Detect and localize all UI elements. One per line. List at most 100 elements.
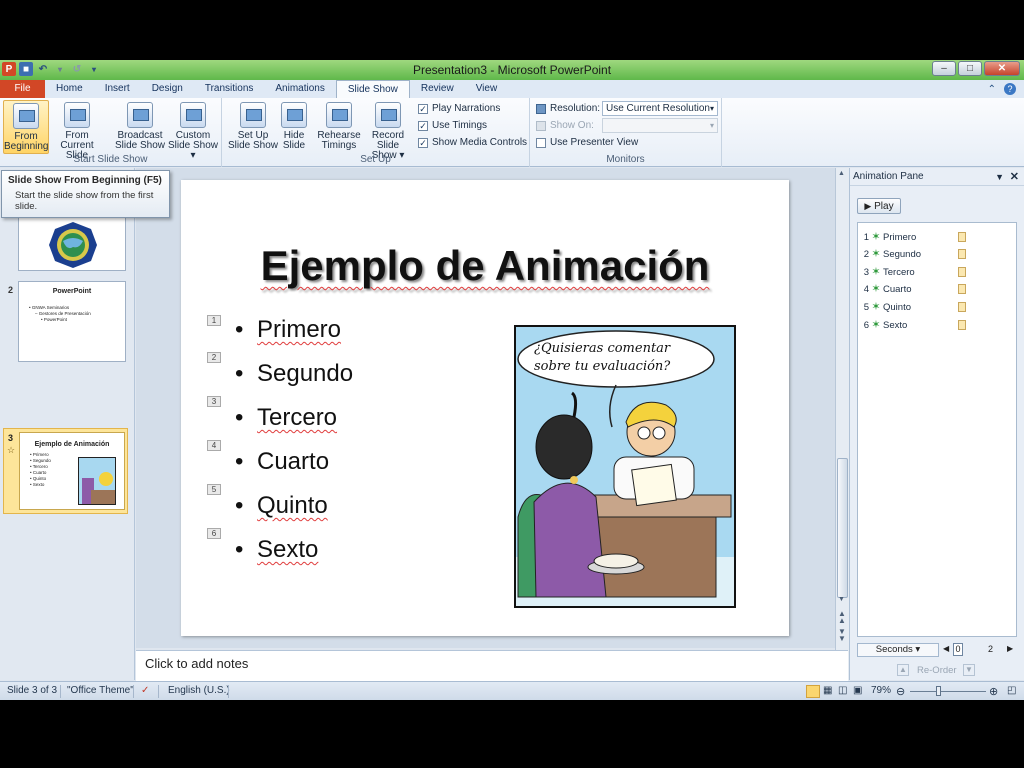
animation-item[interactable]: 1 ✶ Primero (861, 229, 1011, 245)
cartoon-image[interactable]: ¿Quisieras comentar sobre tu evaluación? (514, 325, 736, 608)
from-current-slide-icon (64, 102, 90, 128)
maximize-button[interactable]: □ (958, 61, 982, 76)
dropdown-arrow-icon: ▾ (709, 104, 714, 113)
animation-name: Cuarto (883, 284, 912, 295)
timing-bar[interactable] (958, 249, 966, 259)
spelling-check-icon[interactable]: ✓ (141, 685, 149, 696)
zoom-slider-track[interactable] (910, 691, 986, 692)
bullet-text: Sexto (257, 536, 319, 563)
slide-show-view-icon[interactable]: ▣ (853, 685, 862, 696)
timing-bar[interactable] (958, 232, 966, 242)
record-slide-show-button[interactable]: Record Slide Show ▾ (360, 100, 416, 161)
slide-thumbnail-3-selected[interactable]: 3 ☆ Ejemplo de Animación • Primero • Seg… (3, 428, 128, 514)
show-media-controls-checkbox[interactable]: ✓ Show Media Controls (418, 137, 527, 148)
close-pane-icon[interactable]: ✕ (1010, 168, 1019, 186)
next-slide-icon[interactable]: ▼ ▼ (838, 628, 847, 644)
animation-tag[interactable]: 3 (207, 396, 221, 407)
tab-insert[interactable]: Insert (94, 80, 141, 98)
slide-thumbnail-2[interactable]: PowerPoint • GNWA Seminarios – Gestores … (18, 281, 126, 362)
theme-name[interactable]: "Office Theme" (67, 685, 134, 696)
set-up-slide-show-button[interactable]: Set Up Slide Show (227, 100, 279, 151)
from-beginning-button[interactable]: From Beginning (3, 100, 49, 154)
use-presenter-view-checkbox[interactable]: Use Presenter View (536, 137, 638, 148)
hide-slide-button[interactable]: Hide Slide (280, 100, 308, 151)
animation-tag[interactable]: 6 (207, 528, 221, 539)
bullet-item[interactable]: • Segundo (235, 360, 353, 388)
bullet-item[interactable]: • Quinto (235, 492, 328, 520)
from-current-slide-button[interactable]: From Current Slide (52, 100, 102, 161)
seconds-dropdown[interactable]: Seconds ▾ (857, 643, 939, 657)
rehearse-timings-button[interactable]: Rehearse Timings (316, 100, 362, 151)
normal-view-icon[interactable] (806, 685, 820, 698)
tab-animations[interactable]: Animations (264, 80, 335, 98)
zoom-slider-thumb[interactable] (936, 686, 941, 696)
zoom-level[interactable]: 79% (871, 685, 891, 696)
tab-design[interactable]: Design (141, 80, 194, 98)
bullet-item[interactable]: • Tercero (235, 404, 337, 432)
edit-area-scrollbar[interactable]: ▲ ▼ ▲ ▲ ▼ ▼ (835, 168, 849, 693)
animation-item[interactable]: 5 ✶ Quinto (861, 299, 1011, 315)
scroll-up-icon[interactable]: ▲ (838, 170, 847, 180)
use-timings-checkbox[interactable]: ✓ Use Timings (418, 120, 487, 131)
language[interactable]: English (U.S.) (168, 685, 230, 696)
tab-view[interactable]: View (465, 80, 509, 98)
close-button[interactable]: ✕ (984, 61, 1020, 76)
fit-slide-icon[interactable]: ◰ (1007, 685, 1016, 696)
tab-file[interactable]: File (0, 80, 45, 98)
notes-pane[interactable]: Click to add notes (136, 650, 848, 682)
checkmark-icon: ✓ (418, 103, 428, 114)
custom-slide-show-button[interactable]: Custom Slide Show ▾ (166, 100, 220, 161)
zoom-in-icon[interactable]: ⊕ (989, 685, 998, 698)
animation-tag[interactable]: 4 (207, 440, 221, 451)
cartoon-caption-line-1: ¿Quisieras comentar (534, 341, 671, 356)
play-button[interactable]: ▶ Play (857, 198, 901, 214)
timing-bar[interactable] (958, 320, 966, 330)
group-label-start-slide-show: Start Slide Show (73, 154, 148, 165)
scroll-thumb[interactable] (837, 458, 848, 598)
bullet-item[interactable]: • Cuarto (235, 448, 329, 476)
animation-item[interactable]: 2 ✶ Segundo (861, 246, 1011, 262)
slide-title[interactable]: Ejemplo de Animación (181, 242, 789, 290)
resolution-label: Resolution: (550, 103, 601, 114)
timing-bar[interactable] (958, 284, 966, 294)
reading-view-icon[interactable]: ◫ (838, 685, 847, 696)
animation-item[interactable]: 4 ✶ Cuarto (861, 281, 1011, 297)
broadcast-slide-show-button[interactable]: Broadcast Slide Show (114, 100, 166, 151)
minimize-ribbon-icon[interactable]: ⌃ (988, 84, 996, 95)
scroll-down-icon[interactable]: ▼ (838, 596, 847, 606)
minimize-button[interactable]: – (932, 61, 956, 76)
tab-review[interactable]: Review (410, 80, 465, 98)
zoom-out-icon[interactable]: ⊖ (896, 685, 905, 698)
bullet-item[interactable]: • Sexto (235, 536, 318, 564)
resolution-value: Use Current Resolution (606, 103, 710, 114)
slide-thumbnail-1[interactable] (18, 216, 126, 271)
help-icon[interactable]: ? (1004, 83, 1016, 95)
animation-list: 1 ✶ Primero 2 ✶ Segundo 3 ✶ Tercero 4 ✶ Cuarto 5… (857, 222, 1017, 637)
previous-slide-icon[interactable]: ▲ ▲ (838, 610, 847, 626)
animation-number: 1 (863, 232, 869, 243)
animation-name: Primero (883, 232, 917, 243)
move-up-icon[interactable]: ▲ (897, 664, 909, 676)
animation-item[interactable]: 3 ✶ Tercero (861, 264, 1011, 280)
tab-home[interactable]: Home (45, 80, 94, 98)
tab-transitions[interactable]: Transitions (194, 80, 265, 98)
animation-tag[interactable]: 5 (207, 484, 221, 495)
animation-tag[interactable]: 2 (207, 352, 221, 363)
animation-number: 6 (863, 320, 869, 331)
slide-canvas[interactable]: Ejemplo de Animación 1 2 3 4 5 6 • Primer… (181, 180, 789, 636)
timing-bar[interactable] (958, 302, 966, 312)
play-narrations-checkbox[interactable]: ✓ Play Narrations (418, 103, 500, 114)
animation-item[interactable]: 6 ✶ Sexto (861, 317, 1011, 333)
resolution-dropdown[interactable]: Use Current Resolution ▾ (602, 101, 718, 116)
move-down-icon[interactable]: ▼ (963, 664, 975, 676)
timeline-right-icon[interactable]: ▶ (1007, 644, 1013, 653)
show-on-dropdown[interactable]: ▾ (602, 118, 718, 133)
tab-slide-show[interactable]: Slide Show (335, 80, 410, 98)
timeline-left-icon[interactable]: ◀ (943, 644, 949, 653)
pane-options-icon[interactable]: ▼ (995, 168, 1004, 186)
timing-bar[interactable] (958, 267, 966, 277)
slide-sorter-icon[interactable]: ▦ (823, 685, 832, 696)
bullet-item[interactable]: • Primero (235, 316, 341, 344)
use-timings-label: Use Timings (432, 120, 488, 131)
animation-tag[interactable]: 1 (207, 315, 221, 326)
